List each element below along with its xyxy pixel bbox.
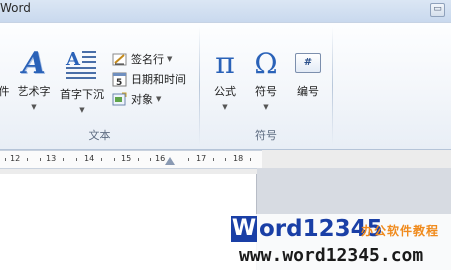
ruler-tick: [27, 158, 28, 161]
ruler-tick: [150, 158, 151, 161]
ruler-label: 18: [233, 154, 244, 163]
chevron-down-icon: ▼: [156, 95, 162, 103]
omega-icon: Ω: [254, 47, 278, 80]
drop-cap-button[interactable]: A 首字下沉 ▼: [58, 47, 106, 131]
date-time-label: 日期和时间: [131, 73, 186, 86]
watermark-url-text: www.word12345.com: [239, 245, 424, 266]
number-icon: #: [295, 53, 321, 73]
ruler-tick: [213, 158, 214, 161]
app-title: Word: [0, 1, 31, 15]
signature-line-button[interactable]: 签名行 ▼: [112, 49, 198, 69]
group-divider: [332, 27, 333, 145]
group-label-symbols: 符号: [255, 129, 277, 142]
window-restore-button[interactable]: ▭: [430, 3, 445, 17]
symbol-button[interactable]: Ω 符号 ▼: [247, 47, 285, 131]
wordart-icon: A: [22, 46, 46, 81]
object-label: 对象: [131, 93, 153, 106]
indent-marker-icon[interactable]: [165, 157, 175, 165]
pi-icon: π: [215, 46, 235, 81]
number-button[interactable]: # 编号: [290, 47, 326, 131]
chevron-down-icon: ▼: [79, 106, 85, 114]
title-bar: Word ▭: [0, 0, 451, 22]
ruler-label: 14: [84, 154, 95, 163]
watermark-w-logo: W: [231, 216, 257, 242]
ribbon-insert: 件 A 艺术字 ▼ A 首字下沉 ▼ 签名行 ▼ 5 日期和时间 对象 ▼ 文本…: [0, 22, 451, 150]
equation-button[interactable]: π 公式 ▼: [206, 47, 244, 131]
partial-button[interactable]: 件: [0, 83, 14, 99]
ruler-label: 17: [196, 154, 207, 163]
ruler-label: 16: [155, 154, 166, 163]
equation-label: 公式: [214, 85, 236, 98]
group-label-text: 文本: [88, 129, 111, 142]
text-small-buttons: 签名行 ▼ 5 日期和时间 对象 ▼: [112, 49, 198, 109]
watermark-tagline: 办公软件教程: [361, 224, 440, 238]
drop-cap-icon: A: [65, 49, 96, 79]
ruler-tick: [5, 158, 6, 161]
chevron-down-icon: ▼: [263, 103, 269, 111]
ruler-tick: [114, 158, 115, 161]
object-button[interactable]: 对象 ▼: [112, 89, 198, 109]
horizontal-ruler[interactable]: 12 13 14 15 16 17 18: [0, 150, 262, 169]
svg-text:A: A: [65, 49, 81, 70]
ruler-tick: [225, 158, 226, 161]
drop-cap-label: 首字下沉: [60, 88, 104, 101]
chevron-down-icon: ▼: [167, 55, 173, 63]
document-page[interactable]: [0, 174, 257, 270]
chevron-down-icon: ▼: [222, 103, 228, 111]
svg-text:5: 5: [116, 78, 122, 87]
ruler-tick: [250, 158, 251, 161]
ruler-tick: [138, 158, 139, 161]
chevron-down-icon: ▼: [31, 103, 37, 111]
ruler-tick: [63, 158, 64, 161]
ruler-label: 13: [46, 154, 57, 163]
date-time-button[interactable]: 5 日期和时间: [112, 69, 198, 89]
ruler-label: 15: [121, 154, 132, 163]
ruler-tick: [40, 158, 41, 161]
watermark-brand: W ord12345 办公软件教程: [229, 214, 451, 244]
ruler-label: 12: [10, 154, 21, 163]
ruler-tick: [188, 158, 189, 161]
signature-line-label: 签名行: [131, 53, 164, 66]
symbol-label: 符号: [255, 85, 277, 98]
wordart-label: 艺术字: [17, 85, 51, 98]
partial-button-label: 件: [0, 85, 10, 98]
watermark-url: www.word12345.com: [229, 244, 451, 270]
ruler-tick: [101, 158, 102, 161]
signature-line-icon: [112, 51, 128, 67]
calendar-icon: 5: [112, 71, 128, 88]
ruler-tick: [76, 158, 77, 161]
number-label: 编号: [297, 85, 319, 98]
object-icon: [112, 91, 128, 107]
wordart-button[interactable]: A 艺术字 ▼: [14, 47, 54, 131]
